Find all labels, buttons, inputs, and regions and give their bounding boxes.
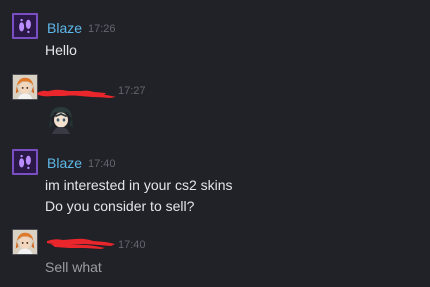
sender-name[interactable]: Blaze [47, 155, 82, 171]
message-text: Hello [45, 42, 77, 58]
message-text: Do you consider to sell? [45, 198, 195, 214]
message-text: im interested in your cs2 skins [45, 177, 233, 193]
timestamp: 17:27 [118, 85, 146, 97]
user-avatar[interactable] [12, 13, 38, 39]
purple-footprints-icon [14, 151, 36, 173]
timestamp: 17:40 [118, 239, 146, 251]
user-avatar[interactable] [12, 74, 38, 100]
user-avatar[interactable] [12, 229, 38, 255]
message-text: Sell what [45, 259, 102, 275]
user-avatar[interactable] [12, 149, 38, 175]
timestamp: 17:40 [88, 158, 116, 170]
sender-name[interactable]: Blaze [47, 20, 82, 36]
anime-character-icon [13, 230, 37, 254]
purple-footprints-icon [14, 15, 36, 37]
redaction-mark [37, 89, 116, 98]
redaction-mark [47, 238, 115, 249]
timestamp: 17:26 [88, 23, 116, 35]
anime-character-sticker-icon[interactable] [46, 104, 76, 134]
anime-character-icon [13, 75, 37, 99]
chat-log: Blaze 17:26 Hello 17:27 Blaze 17:40 im i… [0, 0, 430, 287]
